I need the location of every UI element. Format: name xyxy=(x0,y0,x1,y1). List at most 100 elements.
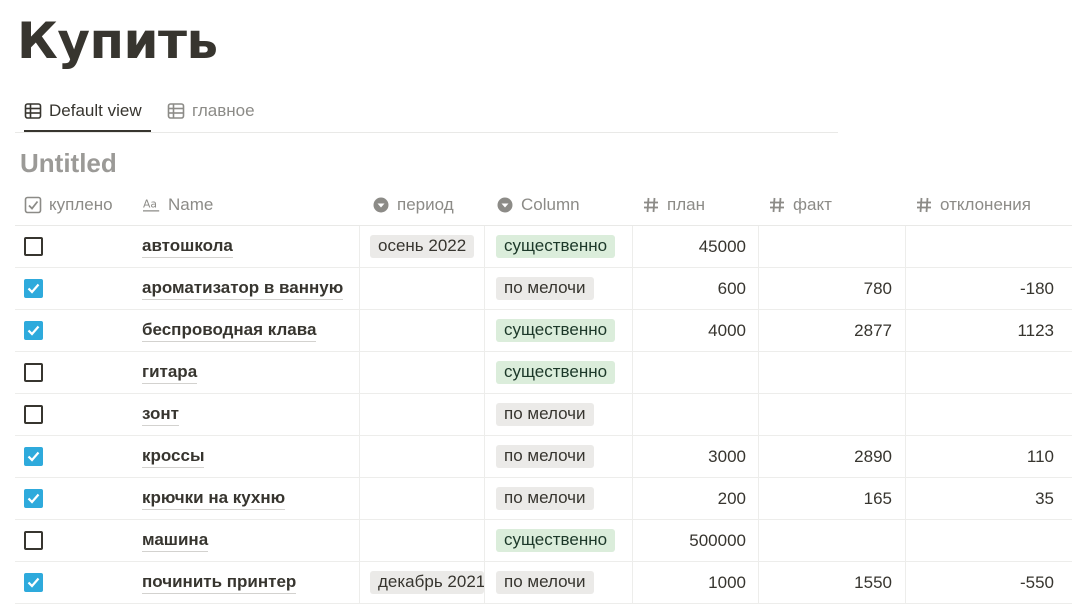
plan-cell[interactable] xyxy=(633,394,759,435)
deviation-cell[interactable] xyxy=(906,352,1072,393)
column-cell[interactable]: по мелочи xyxy=(485,394,633,435)
name-cell[interactable]: гитара xyxy=(142,352,360,393)
table-row[interactable]: починить принтер декабрь 2021 по мелочи 100… xyxy=(15,562,1072,604)
deviation-cell[interactable]: -180 xyxy=(906,268,1072,309)
plan-cell[interactable]: 200 xyxy=(633,478,759,519)
name-cell[interactable]: кроссы xyxy=(142,436,360,477)
column-header-deviation[interactable]: отклонения xyxy=(915,184,1072,225)
period-cell[interactable]: декабрь 2021 xyxy=(360,562,485,603)
column-cell[interactable]: по мелочи xyxy=(485,562,633,603)
column-cell[interactable]: по мелочи xyxy=(485,268,633,309)
column-header-name[interactable]: Aa Name xyxy=(143,184,360,225)
plan-cell[interactable]: 45000 xyxy=(633,226,759,267)
bought-checkbox[interactable] xyxy=(24,405,43,424)
row-name[interactable]: ароматизатор в ванную xyxy=(142,278,344,300)
checkmark-icon xyxy=(27,451,40,462)
row-name[interactable]: зонт xyxy=(142,404,180,426)
deviation-cell[interactable]: 1123 xyxy=(906,310,1072,351)
period-cell[interactable] xyxy=(360,394,485,435)
row-name[interactable]: машина xyxy=(142,530,209,552)
plan-cell[interactable]: 500000 xyxy=(633,520,759,561)
bought-checkbox[interactable] xyxy=(24,489,43,508)
column-cell[interactable]: существенно xyxy=(485,520,633,561)
bought-checkbox[interactable] xyxy=(24,279,43,298)
table-row[interactable]: кроссы по мелочи 3000 2890 110 xyxy=(15,436,1072,478)
bought-checkbox[interactable] xyxy=(24,573,43,592)
deviation-cell[interactable] xyxy=(906,226,1072,267)
plan-cell[interactable] xyxy=(633,352,759,393)
fact-cell[interactable] xyxy=(759,520,906,561)
column-header-bought[interactable]: куплено xyxy=(15,184,143,225)
name-cell[interactable]: машина xyxy=(142,520,360,561)
deviation-cell[interactable] xyxy=(906,394,1072,435)
period-cell[interactable] xyxy=(360,436,485,477)
tab-default-view[interactable]: Default view xyxy=(24,92,151,132)
tab-main[interactable]: главное xyxy=(167,92,255,130)
bought-checkbox[interactable] xyxy=(24,237,43,256)
column-tag: по мелочи xyxy=(496,487,594,510)
deviation-cell[interactable] xyxy=(906,520,1072,561)
column-cell[interactable]: по мелочи xyxy=(485,478,633,519)
row-name[interactable]: починить принтер xyxy=(142,572,297,594)
column-cell[interactable]: существенно xyxy=(485,226,633,267)
deviation-cell[interactable]: 35 xyxy=(906,478,1072,519)
fact-cell[interactable]: 2890 xyxy=(759,436,906,477)
period-cell[interactable] xyxy=(360,268,485,309)
column-cell[interactable]: по мелочи xyxy=(485,436,633,477)
fact-cell[interactable]: 1550 xyxy=(759,562,906,603)
bought-checkbox[interactable] xyxy=(24,531,43,550)
name-cell[interactable]: ароматизатор в ванную xyxy=(142,268,360,309)
bought-checkbox[interactable] xyxy=(24,447,43,466)
plan-cell[interactable]: 4000 xyxy=(633,310,759,351)
table-row[interactable]: ароматизатор в ванную по мелочи 600 780 -180 xyxy=(15,268,1072,310)
table-row[interactable]: крючки на кухню по мелочи 200 165 35 xyxy=(15,478,1072,520)
row-name[interactable]: кроссы xyxy=(142,446,205,468)
period-cell[interactable] xyxy=(360,352,485,393)
plan-cell[interactable]: 600 xyxy=(633,268,759,309)
bought-checkbox[interactable] xyxy=(24,363,43,382)
column-header-period[interactable]: период xyxy=(372,184,497,225)
column-header-fact[interactable]: факт xyxy=(768,184,915,225)
plan-cell[interactable]: 3000 xyxy=(633,436,759,477)
row-name[interactable]: автошкола xyxy=(142,236,233,258)
name-cell[interactable]: зонт xyxy=(142,394,360,435)
deviation-cell[interactable]: -550 xyxy=(906,562,1072,603)
section-title[interactable]: Untitled xyxy=(20,148,117,179)
row-name[interactable]: крючки на кухню xyxy=(142,488,286,510)
period-cell[interactable] xyxy=(360,310,485,351)
table-header: куплено Aa Name период Column план факт … xyxy=(15,184,1072,226)
deviation-value: 110 xyxy=(1026,446,1054,466)
fact-cell[interactable] xyxy=(759,226,906,267)
table-row[interactable]: зонт по мелочи xyxy=(15,394,1072,436)
column-cell[interactable]: существенно xyxy=(485,310,633,351)
bought-checkbox[interactable] xyxy=(24,321,43,340)
plan-value: 3000 xyxy=(708,446,746,466)
table-row[interactable]: беспроводная клава существенно 4000 2877 112… xyxy=(15,310,1072,352)
fact-cell[interactable]: 165 xyxy=(759,478,906,519)
bought-cell xyxy=(15,352,143,393)
fact-cell[interactable]: 780 xyxy=(759,268,906,309)
row-name[interactable]: гитара xyxy=(142,362,198,384)
fact-cell[interactable] xyxy=(759,394,906,435)
fact-cell[interactable]: 2877 xyxy=(759,310,906,351)
name-cell[interactable]: автошкола xyxy=(142,226,360,267)
row-name[interactable]: беспроводная клава xyxy=(142,320,317,342)
table-row[interactable]: автошкола осень 2022 существенно 45000 xyxy=(15,226,1072,268)
name-cell[interactable]: починить принтер xyxy=(142,562,360,603)
table-row[interactable]: машина существенно 500000 xyxy=(15,520,1072,562)
period-cell[interactable]: осень 2022 xyxy=(360,226,485,267)
column-header-plan[interactable]: план xyxy=(642,184,768,225)
tab-label: главное xyxy=(192,101,255,120)
table-icon xyxy=(24,102,42,120)
column-header-column[interactable]: Column xyxy=(496,184,644,225)
plan-cell[interactable]: 1000 xyxy=(633,562,759,603)
table-row[interactable]: гитара существенно xyxy=(15,352,1072,394)
fact-value: 165 xyxy=(863,488,892,508)
column-cell[interactable]: существенно xyxy=(485,352,633,393)
fact-cell[interactable] xyxy=(759,352,906,393)
name-cell[interactable]: беспроводная клава xyxy=(142,310,360,351)
period-cell[interactable] xyxy=(360,478,485,519)
deviation-cell[interactable]: 110 xyxy=(906,436,1072,477)
period-cell[interactable] xyxy=(360,520,485,561)
name-cell[interactable]: крючки на кухню xyxy=(142,478,360,519)
